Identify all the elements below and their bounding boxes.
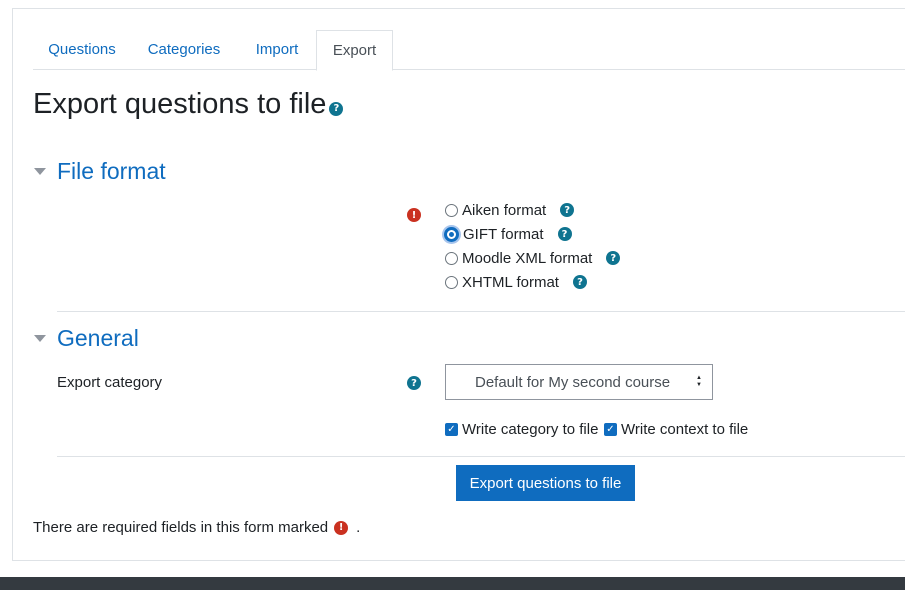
- checkbox-write-context[interactable]: ✓ Write context to file: [604, 420, 748, 438]
- section-general-toggle[interactable]: General: [34, 325, 139, 352]
- section-divider: [57, 311, 905, 312]
- help-icon[interactable]: ?: [560, 203, 575, 217]
- help-icon[interactable]: ?: [606, 251, 621, 265]
- radio-aiken-format[interactable]: Aiken format ?: [445, 200, 575, 220]
- radio-label: XHTML format: [462, 273, 559, 291]
- radio-button[interactable]: [445, 251, 458, 265]
- radio-label: Aiken format: [462, 201, 547, 219]
- arrow-down-icon: ▼: [696, 382, 702, 388]
- page-title: Export questions to file ?: [33, 88, 344, 121]
- radio-button[interactable]: [445, 203, 458, 217]
- radio-label: Moodle XML format: [462, 249, 593, 267]
- help-icon[interactable]: ?: [557, 227, 572, 241]
- checkbox-label: Write context to file: [621, 420, 749, 438]
- section-file-format-toggle[interactable]: File format: [34, 158, 166, 185]
- required-icon: !: [334, 520, 349, 535]
- tab-import[interactable]: Import: [237, 30, 317, 70]
- question-bank-tabs: Questions Categories Import Export: [33, 30, 905, 71]
- radio-gift-format[interactable]: GIFT format ?: [444, 224, 572, 244]
- radio-moodle-xml-format[interactable]: Moodle XML format ?: [445, 248, 621, 268]
- page-footer: [0, 577, 905, 590]
- radio-xhtml-format[interactable]: XHTML format ?: [445, 272, 587, 292]
- radio-label: GIFT format: [463, 225, 544, 243]
- section-title: General: [57, 325, 139, 351]
- required-note-text: There are required fields in this form m…: [33, 519, 329, 536]
- section-title: File format: [57, 158, 166, 184]
- caret-down-icon: [34, 168, 46, 175]
- help-icon[interactable]: ?: [407, 376, 421, 390]
- checkbox-checked[interactable]: ✓: [604, 422, 617, 436]
- required-note-suffix: .: [356, 519, 361, 536]
- export-category-label: Export category: [57, 374, 163, 391]
- help-icon[interactable]: ?: [572, 275, 587, 289]
- select-value: Default for My second course: [475, 373, 671, 391]
- form-divider: [57, 456, 905, 457]
- tab-questions[interactable]: Questions: [33, 30, 131, 70]
- radio-button-selected[interactable]: [444, 226, 459, 242]
- radio-button[interactable]: [445, 275, 458, 289]
- page-title-text: Export questions to file: [33, 88, 327, 120]
- required-fields-note: There are required fields in this form m…: [33, 519, 360, 536]
- tab-export[interactable]: Export: [316, 30, 393, 71]
- checkbox-checked[interactable]: ✓: [445, 422, 458, 436]
- export-category-select[interactable]: Default for My second course ▲ ▼: [445, 364, 713, 400]
- checkbox-write-category[interactable]: ✓ Write category to file: [445, 420, 598, 438]
- export-questions-button[interactable]: Export questions to file: [456, 465, 635, 501]
- checkbox-label: Write category to file: [462, 420, 599, 438]
- tab-categories[interactable]: Categories: [131, 30, 237, 70]
- help-icon[interactable]: ?: [329, 101, 344, 116]
- arrow-up-icon: ▲: [696, 375, 702, 381]
- updown-arrows-icon: ▲ ▼: [696, 375, 702, 389]
- required-icon: !: [407, 208, 421, 222]
- caret-down-icon: [34, 335, 46, 342]
